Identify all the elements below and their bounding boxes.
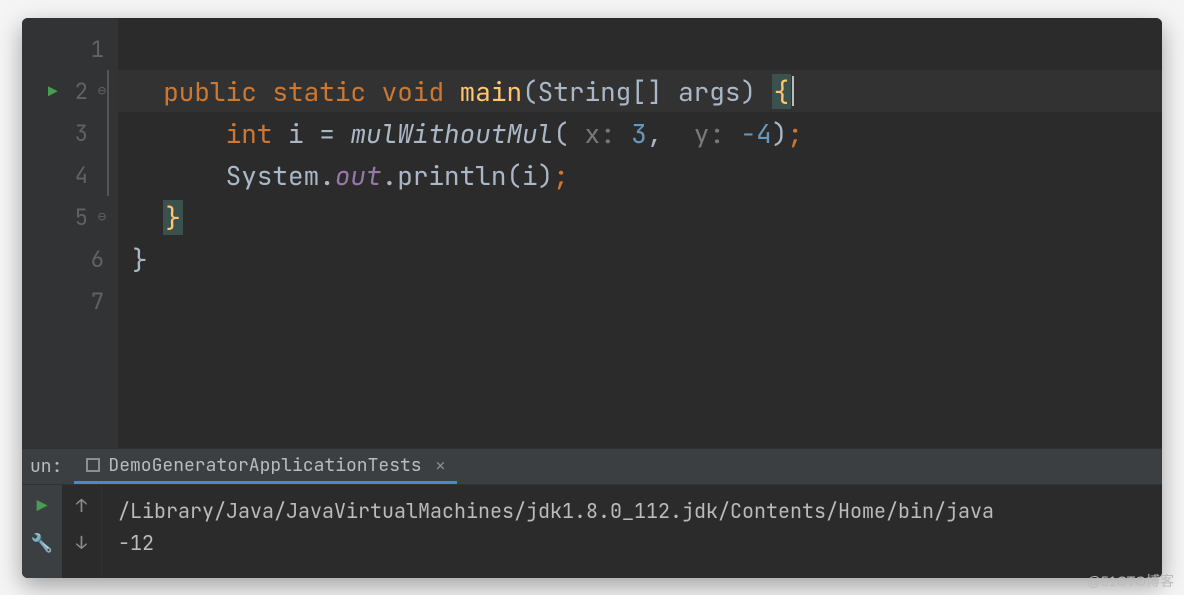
close-icon[interactable]: ✕ [436,455,446,476]
code-line[interactable]: public static void main (String[] args) … [118,70,1162,112]
code-editor[interactable]: 1 ▶ 2 ⊖ 3 4 5 ⊖ 6 7 [22,18,1162,448]
scroll-up-icon[interactable]: ↑ [76,495,87,518]
line-number: 4 [75,161,88,190]
run-tab[interactable]: DemoGeneratorApplicationTests ✕ [74,449,457,484]
console-line: -12 [118,527,1146,559]
line-number: 7 [91,287,104,316]
run-tab-title: DemoGeneratorApplicationTests [108,454,421,477]
rerun-icon[interactable]: ▶ [37,495,48,518]
line-number: 3 [75,119,88,148]
test-config-icon [86,458,100,472]
run-tool-window: un: DemoGeneratorApplicationTests ✕ ▶ 🔧 … [22,448,1162,578]
gutter: 1 ▶ 2 ⊖ 3 4 5 ⊖ 6 7 [22,18,118,448]
code-line[interactable]: } [118,196,1162,238]
console-output[interactable]: /Library/Java/JavaVirtualMachines/jdk1.8… [102,485,1162,578]
code-content[interactable]: public static void main (String[] args) … [118,18,1162,448]
fold-collapse-icon[interactable]: ⊖ [94,208,110,226]
line-number: 5 [75,203,88,232]
code-line[interactable] [118,280,1162,322]
run-tab-bar: un: DemoGeneratorApplicationTests ✕ [22,449,1162,485]
wrench-icon[interactable]: 🔧 [31,532,53,555]
run-side-toolbar: ▶ 🔧 [22,485,62,578]
ide-window: 1 ▶ 2 ⊖ 3 4 5 ⊖ 6 7 [22,18,1162,578]
line-number: 2 [75,77,88,106]
run-body: ▶ 🔧 ↑ ↓ /Library/Java/JavaVirtualMachine… [22,485,1162,578]
code-line[interactable]: int i = mulWithoutMul ( x: 3 , y: -4 ) ; [118,112,1162,154]
scroll-down-icon[interactable]: ↓ [76,532,87,555]
text-caret [792,76,794,106]
line-number: 6 [91,245,104,274]
code-line[interactable]: } [118,238,1162,280]
run-panel-label: un: [22,455,74,478]
console-toolbar: ↑ ↓ [62,485,102,578]
watermark: @51CTO博客 [1087,571,1174,591]
console-line: /Library/Java/JavaVirtualMachines/jdk1.8… [118,495,1146,527]
run-gutter-icon[interactable]: ▶ [48,81,58,102]
line-number: 1 [91,35,104,64]
code-line[interactable] [118,28,1162,70]
code-line[interactable]: System. out .println(i) ; [118,154,1162,196]
